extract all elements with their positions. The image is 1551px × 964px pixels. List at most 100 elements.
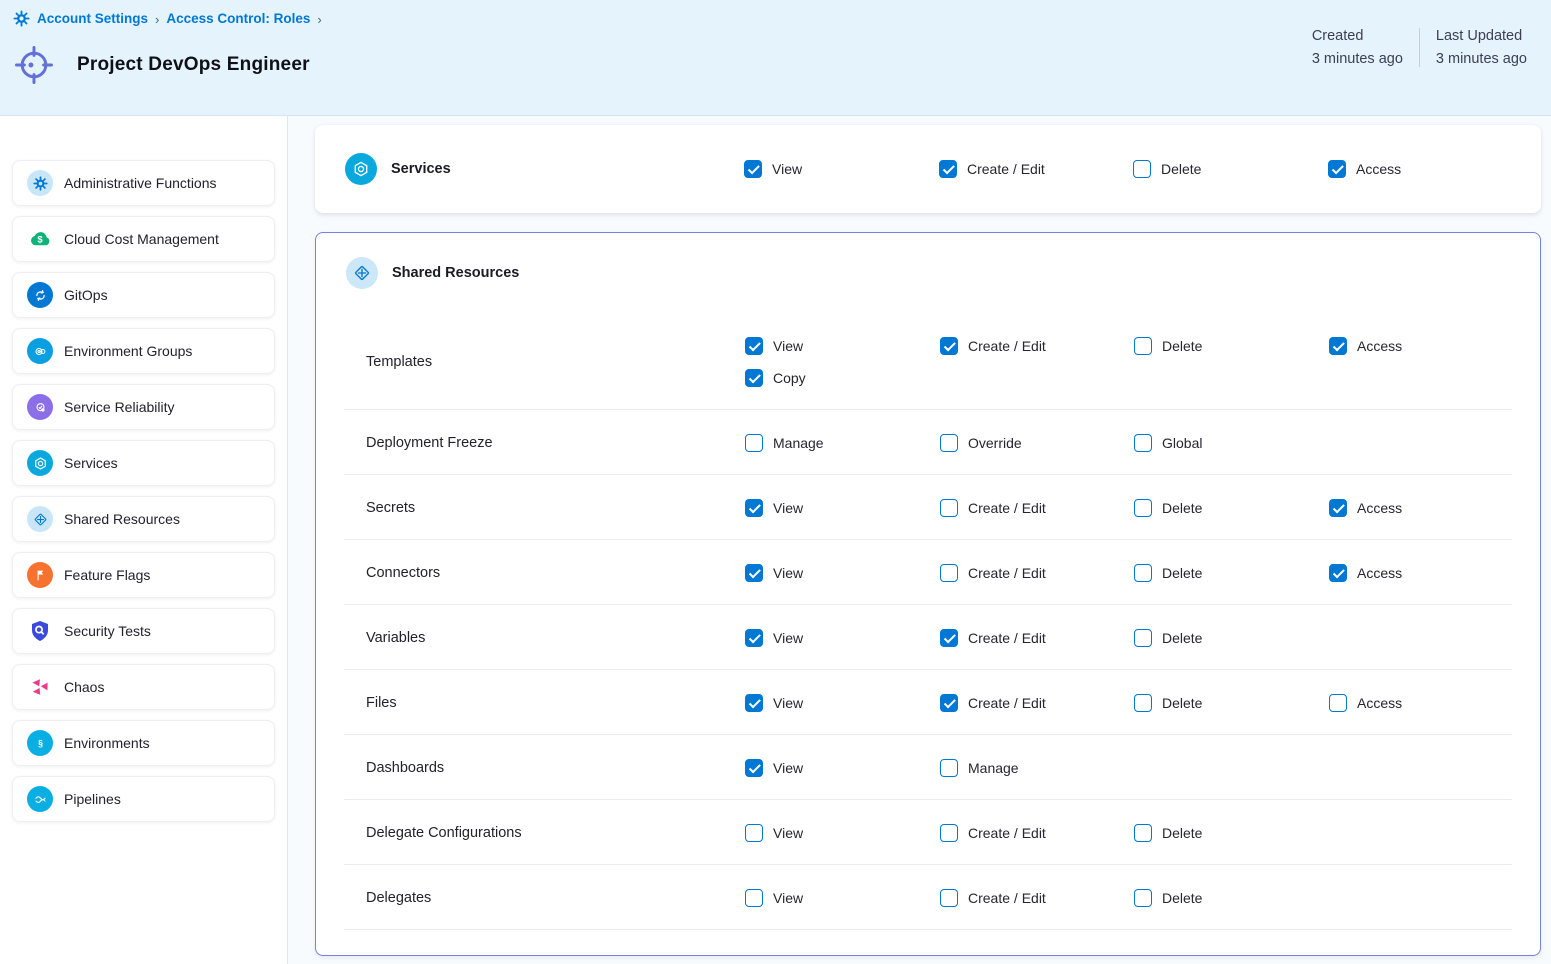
permission-view[interactable]: View	[745, 564, 803, 582]
sidebar-item-chaos[interactable]: Chaos	[12, 664, 275, 710]
sidebar-item-services[interactable]: Services	[12, 440, 275, 486]
checkbox-unchecked-icon[interactable]	[1134, 564, 1152, 582]
checkbox-unchecked-icon[interactable]	[940, 499, 958, 517]
last-updated-label: Last Updated	[1436, 28, 1527, 44]
checkbox-checked-icon[interactable]	[745, 564, 763, 582]
checkbox-unchecked-icon[interactable]	[940, 759, 958, 777]
chaos-icon	[27, 674, 53, 700]
permission-delete[interactable]: Delete	[1134, 889, 1202, 907]
permission-column: Delete	[1134, 337, 1202, 355]
checkbox-checked-icon[interactable]	[1329, 499, 1347, 517]
permission-create-edit[interactable]: Create / Edit	[939, 160, 1045, 178]
permission-access[interactable]: Access	[1329, 694, 1402, 712]
permission-copy[interactable]: Copy	[745, 369, 806, 387]
permission-delete[interactable]: Delete	[1134, 694, 1202, 712]
breadcrumb-link-access-control-roles[interactable]: Access Control: Roles	[166, 11, 310, 26]
permission-create-edit[interactable]: Create / Edit	[940, 499, 1046, 517]
checkbox-unchecked-icon[interactable]	[1134, 499, 1152, 517]
permission-create-edit[interactable]: Create / Edit	[940, 629, 1046, 647]
permission-label: View	[773, 500, 803, 516]
permission-label: Create / Edit	[968, 565, 1046, 581]
permission-delete[interactable]: Delete	[1134, 629, 1202, 647]
checkbox-checked-icon[interactable]	[745, 337, 763, 355]
permission-access[interactable]: Access	[1329, 337, 1402, 355]
checkbox-unchecked-icon[interactable]	[1134, 889, 1152, 907]
permission-view[interactable]: View	[745, 499, 803, 517]
permission-create-edit[interactable]: Create / Edit	[940, 694, 1046, 712]
permission-create-edit[interactable]: Create / Edit	[940, 564, 1046, 582]
permission-override[interactable]: Override	[940, 434, 1022, 452]
checkbox-checked-icon[interactable]	[1329, 564, 1347, 582]
shared-resources-card-header: Shared Resources	[316, 233, 1540, 313]
permission-column: View	[745, 564, 803, 582]
permission-create-edit[interactable]: Create / Edit	[940, 824, 1046, 842]
checkbox-checked-icon[interactable]	[745, 369, 763, 387]
checkbox-unchecked-icon[interactable]	[940, 434, 958, 452]
checkbox-checked-icon[interactable]	[940, 337, 958, 355]
services-card-title: Services	[391, 161, 451, 177]
checkbox-checked-icon[interactable]	[1328, 160, 1346, 178]
checkbox-unchecked-icon[interactable]	[745, 824, 763, 842]
permission-global[interactable]: Global	[1134, 434, 1202, 452]
permission-delete[interactable]: Delete	[1134, 564, 1202, 582]
sidebar-item-administrative-functions[interactable]: Administrative Functions	[12, 160, 275, 206]
sidebar-item-feature-flags[interactable]: Feature Flags	[12, 552, 275, 598]
breadcrumb-link-account-settings[interactable]: Account Settings	[37, 11, 148, 26]
sidebar-item-pipelines[interactable]: Pipelines	[12, 776, 275, 822]
checkbox-checked-icon[interactable]	[745, 629, 763, 647]
permission-create-edit[interactable]: Create / Edit	[940, 337, 1046, 355]
checkbox-checked-icon[interactable]	[940, 629, 958, 647]
sidebar-item-gitops[interactable]: GitOps	[12, 272, 275, 318]
checkbox-unchecked-icon[interactable]	[940, 824, 958, 842]
checkbox-checked-icon[interactable]	[744, 160, 762, 178]
permission-view[interactable]: View	[745, 337, 806, 355]
checkbox-checked-icon[interactable]	[1329, 337, 1347, 355]
permission-delete[interactable]: Delete	[1134, 499, 1202, 517]
checkbox-unchecked-icon[interactable]	[1134, 694, 1152, 712]
last-updated-value: 3 minutes ago	[1436, 51, 1527, 67]
checkbox-checked-icon[interactable]	[745, 499, 763, 517]
checkbox-unchecked-icon[interactable]	[940, 889, 958, 907]
checkbox-unchecked-icon[interactable]	[1133, 160, 1151, 178]
sidebar-item-service-reliability[interactable]: Service Reliability	[12, 384, 275, 430]
sidebar-item-cloud-cost-management[interactable]: $Cloud Cost Management	[12, 216, 275, 262]
checkbox-checked-icon[interactable]	[745, 694, 763, 712]
sidebar-item-environments[interactable]: §Environments	[12, 720, 275, 766]
permission-view[interactable]: View	[745, 889, 803, 907]
sidebar-item-security-tests[interactable]: Security Tests	[12, 608, 275, 654]
sidebar-item-shared-resources[interactable]: Shared Resources	[12, 496, 275, 542]
checkbox-unchecked-icon[interactable]	[1134, 434, 1152, 452]
permission-access[interactable]: Access	[1329, 499, 1402, 517]
checkbox-unchecked-icon[interactable]	[1134, 337, 1152, 355]
checkbox-checked-icon[interactable]	[939, 160, 957, 178]
checkbox-checked-icon[interactable]	[745, 759, 763, 777]
permission-delete[interactable]: Delete	[1133, 160, 1201, 178]
permission-access[interactable]: Access	[1328, 160, 1401, 178]
permission-column: View	[745, 889, 803, 907]
resource-label: Deployment Freeze	[366, 435, 493, 451]
permission-manage[interactable]: Manage	[940, 759, 1019, 777]
permission-column: View	[745, 629, 803, 647]
permission-label: Delete	[1162, 630, 1202, 646]
permission-access[interactable]: Access	[1329, 564, 1402, 582]
permission-view[interactable]: View	[745, 629, 803, 647]
checkbox-unchecked-icon[interactable]	[1134, 824, 1152, 842]
checkbox-unchecked-icon[interactable]	[745, 889, 763, 907]
checkbox-unchecked-icon[interactable]	[1329, 694, 1347, 712]
svg-text:$: $	[37, 235, 43, 246]
permission-delete[interactable]: Delete	[1134, 824, 1202, 842]
admin-functions-icon	[27, 170, 53, 196]
checkbox-unchecked-icon[interactable]	[1134, 629, 1152, 647]
permission-view[interactable]: View	[745, 824, 803, 842]
permission-create-edit[interactable]: Create / Edit	[940, 889, 1046, 907]
checkbox-checked-icon[interactable]	[940, 694, 958, 712]
permission-column: View	[744, 160, 802, 178]
checkbox-unchecked-icon[interactable]	[940, 564, 958, 582]
permission-manage[interactable]: Manage	[745, 434, 824, 452]
checkbox-unchecked-icon[interactable]	[745, 434, 763, 452]
permission-view[interactable]: View	[745, 694, 803, 712]
permission-delete[interactable]: Delete	[1134, 337, 1202, 355]
permission-view[interactable]: View	[745, 759, 803, 777]
permission-view[interactable]: View	[744, 160, 802, 178]
sidebar-item-environment-groups[interactable]: Environment Groups	[12, 328, 275, 374]
